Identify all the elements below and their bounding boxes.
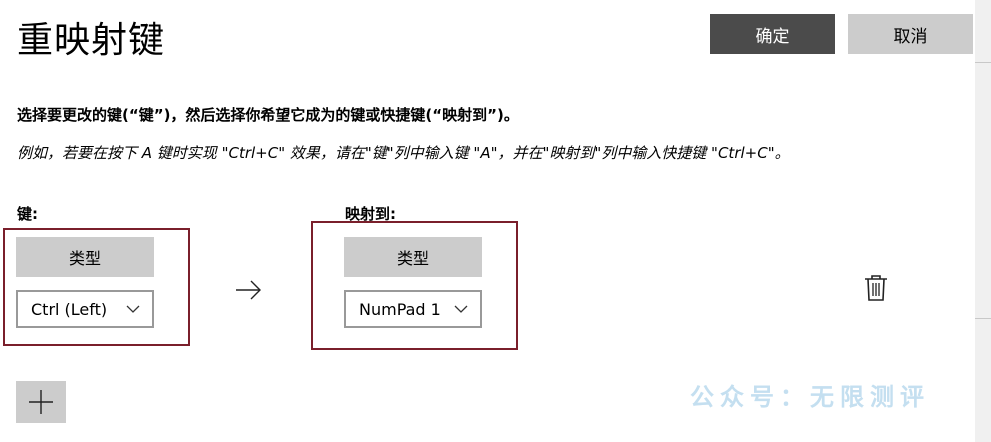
key-type-button[interactable]: 类型: [16, 237, 154, 277]
map-select[interactable]: NumPad 1: [344, 290, 482, 328]
background-window: [975, 0, 991, 442]
instruction-text: 选择要更改的键(“键”)，然后选择你希望它成为的键或快捷键(“映射到”)。: [17, 106, 519, 124]
key-column-label: 键:: [17, 205, 38, 223]
ok-button[interactable]: 确定: [710, 14, 835, 54]
remap-keys-dialog: 重映射键 确定 取消 选择要更改的键(“键”)，然后选择你希望它成为的键或快捷键…: [0, 0, 975, 442]
example-text: 例如，若要在按下 A 键时实现 "Ctrl+C" 效果，请在"键"列中输入键 "…: [17, 144, 790, 162]
add-row-button[interactable]: [16, 381, 66, 423]
map-type-button[interactable]: 类型: [344, 237, 482, 277]
chevron-down-icon: [126, 305, 140, 313]
map-select-value: NumPad 1: [359, 299, 441, 319]
background-divider: [975, 318, 991, 319]
page-title: 重映射键: [17, 20, 166, 61]
arrow-right-icon: [236, 280, 261, 300]
key-select-value: Ctrl (Left): [31, 299, 108, 319]
chevron-down-icon: [454, 305, 468, 313]
watermark-text: 公众号：无限测评: [690, 383, 930, 411]
cancel-button[interactable]: 取消: [848, 14, 973, 54]
trash-icon[interactable]: [864, 274, 888, 302]
plus-icon: [29, 390, 53, 414]
background-divider: [975, 62, 991, 63]
key-select[interactable]: Ctrl (Left): [16, 290, 154, 328]
